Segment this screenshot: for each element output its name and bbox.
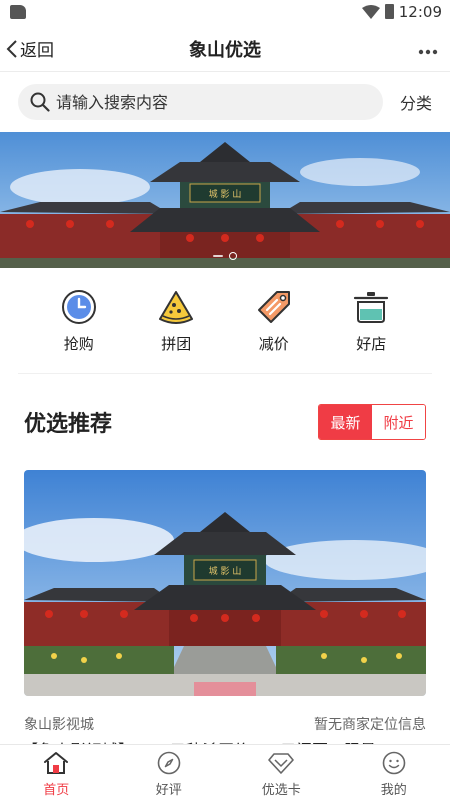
nav-bar: 返回 象山优选 <box>0 24 450 72</box>
quick-entry-flash-sale[interactable]: 抢购 <box>44 287 114 354</box>
battery-icon <box>385 4 394 19</box>
card-meta: 象山影视城 暂无商家定位信息 <box>24 714 426 734</box>
quick-entry-good-shops[interactable]: 好店 <box>336 287 406 354</box>
recommend-card[interactable]: 城 影 山 象山影视城 暂无商家定位信息 【象山影视城】0.01元秒杀原价150… <box>22 470 426 754</box>
search-row: 分类 <box>0 72 450 132</box>
quick-entry-discount[interactable]: 减价 <box>239 287 309 354</box>
tab-label: 好评 <box>155 783 182 798</box>
pizza-slice-icon <box>159 291 194 324</box>
quick-entry-row: 抢购 拼团 减价 好店 <box>18 268 432 374</box>
quick-entry-label: 拼团 <box>161 335 192 353</box>
filter-tabs: 最新 附近 <box>318 404 426 440</box>
search-box[interactable] <box>18 84 383 120</box>
category-button[interactable]: 分类 <box>400 90 432 114</box>
clock-icon <box>61 290 96 324</box>
shop-name: 象山影视城 <box>24 717 94 733</box>
more-button[interactable] <box>418 40 438 59</box>
back-button[interactable]: 返回 <box>6 36 54 61</box>
tab-select-card[interactable]: 优选卡 <box>225 745 338 800</box>
card-image[interactable]: 城 影 山 <box>24 470 426 696</box>
banner-carousel[interactable]: 城 影 山 <box>0 132 450 268</box>
diamond-icon <box>268 753 295 774</box>
quick-entry-group-buy[interactable]: 拼团 <box>141 287 211 354</box>
chevron-left-icon <box>6 39 17 58</box>
tab-label: 首页 <box>43 783 70 798</box>
tab-home[interactable]: 首页 <box>0 745 113 800</box>
search-input[interactable] <box>56 92 356 112</box>
banner-image: 城 影 山 <box>0 132 450 268</box>
tab-label: 优选卡 <box>261 783 301 798</box>
search-icon <box>30 92 50 112</box>
back-label: 返回 <box>20 41 54 61</box>
bottom-tab-bar: 首页 好评 优选卡 我的 <box>0 744 450 800</box>
price-tag-icon <box>257 291 290 323</box>
card-photo: 城 影 山 <box>24 470 426 696</box>
more-dots-icon <box>418 49 438 55</box>
carousel-indicator <box>213 252 237 260</box>
svg-text:城 影 山: 城 影 山 <box>209 189 242 200</box>
page-title: 象山优选 <box>189 40 261 61</box>
shop-pot-icon <box>354 292 389 323</box>
quick-entry-label: 抢购 <box>63 335 94 353</box>
smiley-icon <box>382 751 406 775</box>
tab-mine[interactable]: 我的 <box>338 745 450 800</box>
carousel-dot[interactable] <box>213 255 223 257</box>
home-icon <box>44 752 69 774</box>
quick-entry-label: 减价 <box>258 335 289 353</box>
compass-icon <box>157 751 181 775</box>
section-header: 优选推荐 最新 附近 <box>0 374 450 470</box>
tab-label: 我的 <box>380 783 407 798</box>
tab-latest[interactable]: 最新 <box>319 405 372 439</box>
section-title: 优选推荐 <box>24 412 113 437</box>
quick-entry-label: 好店 <box>356 335 387 353</box>
status-bar: 12:09 <box>0 0 450 24</box>
sim-card-icon <box>10 5 26 19</box>
location-info: 暂无商家定位信息 <box>314 717 426 733</box>
carousel-dot-active[interactable] <box>229 252 237 260</box>
tab-nearby[interactable]: 附近 <box>372 405 425 439</box>
tab-reviews[interactable]: 好评 <box>113 745 226 800</box>
status-time: 12:09 <box>398 3 442 21</box>
svg-text:城 影 山: 城 影 山 <box>209 566 242 577</box>
wifi-icon <box>362 5 380 19</box>
